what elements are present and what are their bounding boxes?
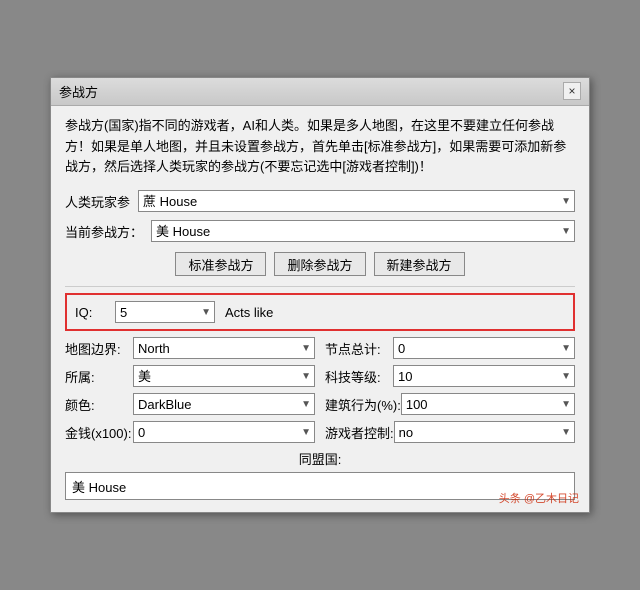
divider — [65, 286, 575, 287]
build-label: 建筑行为(%): — [325, 395, 401, 414]
money-row: 金钱(x100): 0 ▼ — [65, 421, 315, 443]
delete-button[interactable]: 删除参战方 — [274, 252, 365, 276]
map-border-select[interactable]: North — [133, 337, 315, 359]
affiliation-select[interactable]: 美 — [133, 365, 315, 387]
human-player-row: 人类玩家参 蔗 House ▼ — [65, 190, 575, 212]
tech-select-wrapper: 10 ▼ — [393, 365, 575, 387]
tech-row: 科技等级: 10 ▼ — [325, 365, 575, 387]
color-select-wrapper: DarkBlue ▼ — [133, 393, 315, 415]
close-button[interactable]: × — [563, 82, 581, 100]
nodes-label: 节点总计: — [325, 339, 393, 358]
nodes-select[interactable]: 0 — [393, 337, 575, 359]
iq-label: IQ: — [75, 305, 105, 320]
tech-label: 科技等级: — [325, 367, 393, 386]
human-player-label: 人类玩家参 — [65, 192, 138, 211]
human-player-select-wrapper: 蔗 House ▼ — [138, 190, 575, 212]
window-title: 参战方 — [59, 82, 98, 101]
player-ctrl-label: 游戏者控制: — [325, 423, 394, 442]
player-ctrl-select-wrapper: no ▼ — [394, 421, 575, 443]
build-select[interactable]: 100 — [401, 393, 575, 415]
map-border-select-wrapper: North ▼ — [133, 337, 315, 359]
affiliation-label: 所属: — [65, 367, 133, 386]
title-bar: 参战方 × — [51, 78, 589, 106]
money-label: 金钱(x100): — [65, 423, 133, 442]
current-side-select-wrapper: 美 House ▼ — [151, 220, 575, 242]
color-row: 颜色: DarkBlue ▼ — [65, 393, 315, 415]
acts-like-label: Acts like — [225, 305, 273, 320]
affiliation-row: 所属: 美 ▼ — [65, 365, 315, 387]
tech-select[interactable]: 10 — [393, 365, 575, 387]
build-select-wrapper: 100 ▼ — [401, 393, 575, 415]
affiliation-select-wrapper: 美 ▼ — [133, 365, 315, 387]
iq-select-wrapper: 5 ▼ — [115, 301, 215, 323]
current-side-row: 当前参战方： 美 House ▼ — [65, 220, 575, 242]
iq-select[interactable]: 5 — [115, 301, 215, 323]
money-select[interactable]: 0 — [133, 421, 315, 443]
money-select-wrapper: 0 ▼ — [133, 421, 315, 443]
current-side-label: 当前参战方： — [65, 222, 151, 241]
watermark: 头条 @乙木日记 — [499, 490, 579, 506]
build-row: 建筑行为(%): 100 ▼ — [325, 393, 575, 415]
map-border-row: 地图边界: North ▼ — [65, 337, 315, 359]
action-buttons-row: 标准参战方 删除参战方 新建参战方 — [65, 252, 575, 276]
player-ctrl-row: 游戏者控制: no ▼ — [325, 421, 575, 443]
current-side-select[interactable]: 美 House — [151, 220, 575, 242]
map-border-label: 地图边界: — [65, 339, 133, 358]
description-text: 参战方(国家)指不同的游戏者，AI和人类。如果是多人地图，在这里不要建立任何参战… — [65, 116, 575, 178]
standard-button[interactable]: 标准参战方 — [175, 252, 266, 276]
fields-grid: 地图边界: North ▼ 节点总计: 0 ▼ — [65, 337, 575, 443]
allies-label: 同盟国: — [65, 449, 575, 468]
main-window: 参战方 × 参战方(国家)指不同的游戏者，AI和人类。如果是多人地图，在这里不要… — [50, 77, 590, 513]
color-select[interactable]: DarkBlue — [133, 393, 315, 415]
nodes-select-wrapper: 0 ▼ — [393, 337, 575, 359]
new-button[interactable]: 新建参战方 — [374, 252, 465, 276]
nodes-row: 节点总计: 0 ▼ — [325, 337, 575, 359]
iq-section: IQ: 5 ▼ Acts like — [65, 293, 575, 331]
human-player-select[interactable]: 蔗 House — [138, 190, 575, 212]
color-label: 颜色: — [65, 395, 133, 414]
player-ctrl-select[interactable]: no — [394, 421, 575, 443]
